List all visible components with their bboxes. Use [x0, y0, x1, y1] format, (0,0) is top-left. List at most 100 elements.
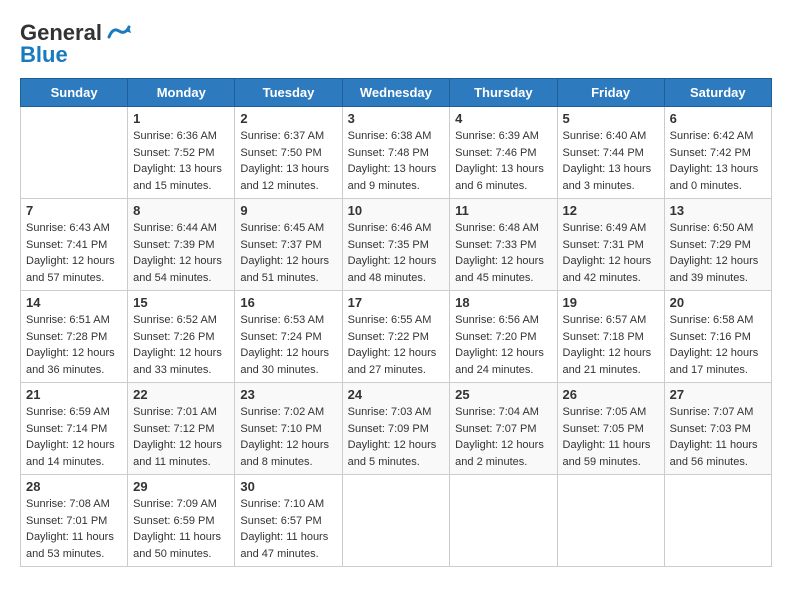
calendar-cell: 15 Sunrise: 6:52 AMSunset: 7:26 PMDaylig… — [128, 291, 235, 383]
day-number: 21 — [26, 387, 122, 402]
day-header-tuesday: Tuesday — [235, 79, 342, 107]
day-number: 13 — [670, 203, 766, 218]
calendar-cell: 27 Sunrise: 7:07 AMSunset: 7:03 PMDaylig… — [664, 383, 771, 475]
day-info: Sunrise: 6:58 AMSunset: 7:16 PMDaylight:… — [670, 312, 766, 378]
day-header-friday: Friday — [557, 79, 664, 107]
day-number: 27 — [670, 387, 766, 402]
calendar-cell: 22 Sunrise: 7:01 AMSunset: 7:12 PMDaylig… — [128, 383, 235, 475]
day-header-wednesday: Wednesday — [342, 79, 450, 107]
calendar-table: SundayMondayTuesdayWednesdayThursdayFrid… — [20, 78, 772, 567]
calendar-cell: 29 Sunrise: 7:09 AMSunset: 6:59 PMDaylig… — [128, 475, 235, 567]
calendar-cell: 12 Sunrise: 6:49 AMSunset: 7:31 PMDaylig… — [557, 199, 664, 291]
day-header-monday: Monday — [128, 79, 235, 107]
day-number: 14 — [26, 295, 122, 310]
calendar-cell: 13 Sunrise: 6:50 AMSunset: 7:29 PMDaylig… — [664, 199, 771, 291]
day-info: Sunrise: 7:04 AMSunset: 7:07 PMDaylight:… — [455, 404, 551, 470]
day-info: Sunrise: 7:07 AMSunset: 7:03 PMDaylight:… — [670, 404, 766, 470]
day-info: Sunrise: 7:01 AMSunset: 7:12 PMDaylight:… — [133, 404, 229, 470]
calendar-cell — [21, 107, 128, 199]
calendar-cell: 16 Sunrise: 6:53 AMSunset: 7:24 PMDaylig… — [235, 291, 342, 383]
calendar-cell: 18 Sunrise: 6:56 AMSunset: 7:20 PMDaylig… — [450, 291, 557, 383]
day-number: 18 — [455, 295, 551, 310]
day-info: Sunrise: 6:53 AMSunset: 7:24 PMDaylight:… — [240, 312, 336, 378]
day-number: 2 — [240, 111, 336, 126]
day-header-thursday: Thursday — [450, 79, 557, 107]
day-number: 4 — [455, 111, 551, 126]
day-number: 3 — [348, 111, 445, 126]
calendar-cell: 17 Sunrise: 6:55 AMSunset: 7:22 PMDaylig… — [342, 291, 450, 383]
calendar-cell: 24 Sunrise: 7:03 AMSunset: 7:09 PMDaylig… — [342, 383, 450, 475]
calendar-cell — [557, 475, 664, 567]
day-info: Sunrise: 6:52 AMSunset: 7:26 PMDaylight:… — [133, 312, 229, 378]
day-number: 24 — [348, 387, 445, 402]
day-info: Sunrise: 6:38 AMSunset: 7:48 PMDaylight:… — [348, 128, 445, 194]
day-header-sunday: Sunday — [21, 79, 128, 107]
day-info: Sunrise: 6:59 AMSunset: 7:14 PMDaylight:… — [26, 404, 122, 470]
week-row-4: 21 Sunrise: 6:59 AMSunset: 7:14 PMDaylig… — [21, 383, 772, 475]
day-number: 29 — [133, 479, 229, 494]
day-info: Sunrise: 6:50 AMSunset: 7:29 PMDaylight:… — [670, 220, 766, 286]
week-row-2: 7 Sunrise: 6:43 AMSunset: 7:41 PMDayligh… — [21, 199, 772, 291]
day-number: 20 — [670, 295, 766, 310]
day-number: 7 — [26, 203, 122, 218]
calendar-cell: 9 Sunrise: 6:45 AMSunset: 7:37 PMDayligh… — [235, 199, 342, 291]
day-info: Sunrise: 6:40 AMSunset: 7:44 PMDaylight:… — [563, 128, 659, 194]
day-number: 28 — [26, 479, 122, 494]
week-row-5: 28 Sunrise: 7:08 AMSunset: 7:01 PMDaylig… — [21, 475, 772, 567]
logo-wave-icon — [105, 23, 133, 43]
day-info: Sunrise: 7:02 AMSunset: 7:10 PMDaylight:… — [240, 404, 336, 470]
day-info: Sunrise: 6:37 AMSunset: 7:50 PMDaylight:… — [240, 128, 336, 194]
day-info: Sunrise: 6:42 AMSunset: 7:42 PMDaylight:… — [670, 128, 766, 194]
day-number: 9 — [240, 203, 336, 218]
day-info: Sunrise: 6:49 AMSunset: 7:31 PMDaylight:… — [563, 220, 659, 286]
calendar-cell: 6 Sunrise: 6:42 AMSunset: 7:42 PMDayligh… — [664, 107, 771, 199]
week-row-3: 14 Sunrise: 6:51 AMSunset: 7:28 PMDaylig… — [21, 291, 772, 383]
day-info: Sunrise: 7:09 AMSunset: 6:59 PMDaylight:… — [133, 496, 229, 562]
day-info: Sunrise: 7:10 AMSunset: 6:57 PMDaylight:… — [240, 496, 336, 562]
day-info: Sunrise: 6:51 AMSunset: 7:28 PMDaylight:… — [26, 312, 122, 378]
day-number: 11 — [455, 203, 551, 218]
calendar-cell — [342, 475, 450, 567]
logo-blue-text: Blue — [20, 42, 68, 68]
day-info: Sunrise: 7:08 AMSunset: 7:01 PMDaylight:… — [26, 496, 122, 562]
day-info: Sunrise: 7:05 AMSunset: 7:05 PMDaylight:… — [563, 404, 659, 470]
calendar-cell: 11 Sunrise: 6:48 AMSunset: 7:33 PMDaylig… — [450, 199, 557, 291]
calendar-cell: 26 Sunrise: 7:05 AMSunset: 7:05 PMDaylig… — [557, 383, 664, 475]
day-number: 17 — [348, 295, 445, 310]
day-info: Sunrise: 6:44 AMSunset: 7:39 PMDaylight:… — [133, 220, 229, 286]
day-info: Sunrise: 6:36 AMSunset: 7:52 PMDaylight:… — [133, 128, 229, 194]
day-number: 10 — [348, 203, 445, 218]
week-row-1: 1 Sunrise: 6:36 AMSunset: 7:52 PMDayligh… — [21, 107, 772, 199]
day-info: Sunrise: 6:39 AMSunset: 7:46 PMDaylight:… — [455, 128, 551, 194]
day-info: Sunrise: 6:43 AMSunset: 7:41 PMDaylight:… — [26, 220, 122, 286]
day-info: Sunrise: 7:03 AMSunset: 7:09 PMDaylight:… — [348, 404, 445, 470]
calendar-cell: 10 Sunrise: 6:46 AMSunset: 7:35 PMDaylig… — [342, 199, 450, 291]
day-number: 16 — [240, 295, 336, 310]
day-number: 30 — [240, 479, 336, 494]
day-number: 22 — [133, 387, 229, 402]
calendar-cell — [450, 475, 557, 567]
logo: General Blue — [20, 20, 133, 68]
calendar-cell: 21 Sunrise: 6:59 AMSunset: 7:14 PMDaylig… — [21, 383, 128, 475]
day-number: 1 — [133, 111, 229, 126]
calendar-cell: 7 Sunrise: 6:43 AMSunset: 7:41 PMDayligh… — [21, 199, 128, 291]
calendar-cell: 1 Sunrise: 6:36 AMSunset: 7:52 PMDayligh… — [128, 107, 235, 199]
calendar-cell: 8 Sunrise: 6:44 AMSunset: 7:39 PMDayligh… — [128, 199, 235, 291]
calendar-cell: 14 Sunrise: 6:51 AMSunset: 7:28 PMDaylig… — [21, 291, 128, 383]
day-number: 12 — [563, 203, 659, 218]
page-header: General Blue — [20, 20, 772, 68]
day-info: Sunrise: 6:55 AMSunset: 7:22 PMDaylight:… — [348, 312, 445, 378]
day-info: Sunrise: 6:57 AMSunset: 7:18 PMDaylight:… — [563, 312, 659, 378]
day-number: 8 — [133, 203, 229, 218]
day-number: 23 — [240, 387, 336, 402]
day-number: 5 — [563, 111, 659, 126]
day-info: Sunrise: 6:56 AMSunset: 7:20 PMDaylight:… — [455, 312, 551, 378]
day-number: 25 — [455, 387, 551, 402]
day-number: 15 — [133, 295, 229, 310]
calendar-cell: 4 Sunrise: 6:39 AMSunset: 7:46 PMDayligh… — [450, 107, 557, 199]
calendar-cell: 19 Sunrise: 6:57 AMSunset: 7:18 PMDaylig… — [557, 291, 664, 383]
calendar-cell: 5 Sunrise: 6:40 AMSunset: 7:44 PMDayligh… — [557, 107, 664, 199]
calendar-cell: 20 Sunrise: 6:58 AMSunset: 7:16 PMDaylig… — [664, 291, 771, 383]
header-row: SundayMondayTuesdayWednesdayThursdayFrid… — [21, 79, 772, 107]
day-header-saturday: Saturday — [664, 79, 771, 107]
